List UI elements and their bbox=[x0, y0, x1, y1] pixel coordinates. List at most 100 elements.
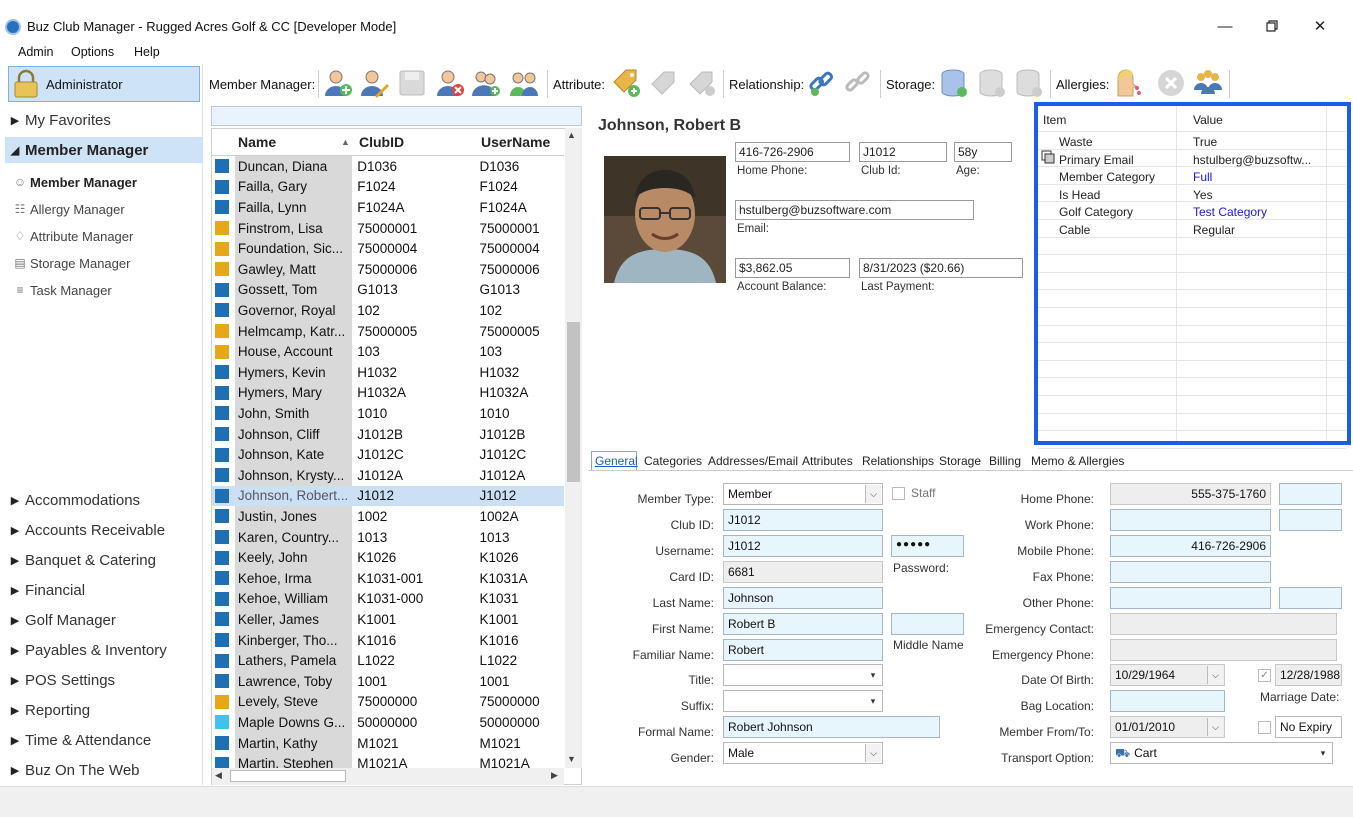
nav-group-banquet-catering[interactable]: ▶ Banquet & Catering bbox=[5, 548, 203, 572]
column-header-clubid[interactable]: ClubID bbox=[359, 134, 404, 150]
table-row[interactable]: Johnson, Cliff J1012B J1012B bbox=[212, 423, 564, 445]
member-type-select[interactable]: Member ⌵ bbox=[723, 483, 883, 505]
tab-general[interactable]: General bbox=[595, 454, 638, 468]
table-row[interactable]: House, Account 103 103 bbox=[212, 341, 564, 362]
property-value[interactable]: True bbox=[1193, 135, 1323, 149]
add-family-member-icon[interactable] bbox=[470, 67, 502, 99]
marriage-date-checkbox[interactable]: ✓ bbox=[1258, 669, 1271, 682]
table-row[interactable]: Karen, Country... 1013 1013 bbox=[212, 526, 564, 548]
formal-name-field[interactable]: Robert Johnson bbox=[723, 716, 940, 738]
middle-name-field[interactable] bbox=[891, 613, 964, 635]
table-row[interactable]: Hymers, Kevin H1032 H1032 bbox=[212, 362, 564, 383]
scroll-down-icon[interactable]: ▼ bbox=[567, 754, 576, 764]
add-member-icon[interactable] bbox=[322, 67, 354, 99]
title-select[interactable]: ▾ bbox=[723, 664, 883, 686]
familiar-name-field[interactable]: Robert bbox=[723, 639, 883, 661]
nav-group-pos-settings[interactable]: ▶ POS Settings bbox=[5, 668, 203, 692]
allergy-group-icon[interactable] bbox=[1192, 67, 1224, 99]
tab-categories[interactable]: Categories bbox=[644, 454, 702, 468]
table-row[interactable]: Kinberger, Tho... K1016 K1016 bbox=[212, 629, 564, 651]
nav-group-accommodations[interactable]: ▶ Accommodations bbox=[5, 488, 203, 512]
no-expiry-checkbox[interactable] bbox=[1258, 721, 1271, 734]
tab-addresses-email[interactable]: Addresses/Email bbox=[708, 454, 798, 468]
no-expiry-field[interactable]: No Expiry bbox=[1275, 716, 1342, 738]
add-attribute-icon[interactable] bbox=[610, 67, 642, 99]
table-row[interactable]: Johnson, Robert... J1012 J1012 bbox=[212, 485, 564, 507]
table-row[interactable]: Kehoe, Irma K1031-001 K1031A bbox=[212, 568, 564, 589]
last-name-field[interactable]: Johnson bbox=[723, 587, 883, 609]
club-id-field[interactable]: J1012 bbox=[723, 509, 883, 531]
table-row[interactable]: Keely, John K1026 K1026 bbox=[212, 547, 564, 568]
edit-member-icon[interactable] bbox=[358, 67, 390, 99]
nav-storage-manager[interactable]: ▤ Storage Manager bbox=[10, 252, 130, 274]
work-phone-field[interactable] bbox=[1110, 509, 1271, 531]
property-value[interactable]: Full bbox=[1193, 170, 1323, 184]
vertical-scroll-thumb[interactable] bbox=[567, 322, 580, 482]
home-phone-ext-field[interactable] bbox=[1279, 483, 1342, 505]
table-row[interactable]: Keller, James K1001 K1001 bbox=[212, 609, 564, 630]
table-row[interactable]: Governor, Royal 102 102 bbox=[212, 300, 564, 321]
table-row[interactable]: Kehoe, William K1031-000 K1031 bbox=[212, 588, 564, 610]
nav-attribute-manager[interactable]: ♢ Attribute Manager bbox=[10, 225, 134, 247]
tab-billing[interactable]: Billing bbox=[989, 454, 1021, 468]
table-row[interactable]: Gawley, Matt 75000006 75000006 bbox=[212, 259, 564, 280]
username-field[interactable]: J1012 bbox=[723, 535, 883, 557]
mobile-phone-field[interactable]: 416-726-2906 bbox=[1110, 535, 1271, 557]
transport-option-select[interactable]: ⛟ Cart ▾ bbox=[1110, 742, 1333, 764]
scroll-up-icon[interactable]: ▲ bbox=[567, 130, 576, 140]
nav-member-manager[interactable]: ☺ Member Manager bbox=[10, 171, 137, 193]
nav-group-member-manager[interactable]: ◢ Member Manager bbox=[5, 137, 203, 163]
scroll-left-icon[interactable]: ◀ bbox=[215, 770, 222, 781]
member-from-field[interactable]: 01/01/2010 ⌵ bbox=[1110, 716, 1225, 738]
add-storage-icon[interactable] bbox=[938, 67, 970, 99]
tab-memo-allergies[interactable]: Memo & Allergies bbox=[1031, 454, 1124, 468]
menu-options[interactable]: Options bbox=[71, 45, 114, 59]
minimize-button[interactable]: — bbox=[1202, 12, 1248, 40]
column-header-name[interactable]: Name bbox=[238, 134, 276, 150]
close-button[interactable]: ✕ bbox=[1297, 12, 1343, 40]
table-row[interactable]: Helmcamp, Katr... 75000005 75000005 bbox=[212, 320, 564, 342]
table-row[interactable]: Duncan, Diana D1036 D1036 bbox=[212, 156, 564, 177]
table-row[interactable]: Foundation, Sic... 75000004 75000004 bbox=[212, 238, 564, 259]
staff-checkbox[interactable] bbox=[892, 487, 905, 500]
nav-group-payables-inventory[interactable]: ▶ Payables & Inventory bbox=[5, 638, 203, 662]
menu-help[interactable]: Help bbox=[134, 45, 160, 59]
table-row[interactable]: John, Smith 1010 1010 bbox=[212, 403, 564, 424]
maximize-button[interactable] bbox=[1249, 12, 1295, 40]
nav-allergy-manager[interactable]: ☷ Allergy Manager bbox=[10, 198, 125, 220]
first-name-field[interactable]: Robert B bbox=[723, 613, 883, 635]
home-phone-field[interactable]: 555-375-1760 bbox=[1110, 483, 1271, 505]
work-phone-ext-field[interactable] bbox=[1279, 509, 1342, 531]
password-field[interactable]: ●●●●● bbox=[891, 535, 964, 557]
emergency-phone-field[interactable] bbox=[1110, 639, 1337, 661]
member-group-icon[interactable] bbox=[508, 67, 540, 99]
gender-select[interactable]: Male ⌵ bbox=[723, 742, 883, 764]
property-value[interactable]: Test Category bbox=[1193, 205, 1323, 219]
horizontal-scroll-thumb[interactable] bbox=[230, 770, 346, 782]
suffix-select[interactable]: ▾ bbox=[723, 690, 883, 712]
table-row[interactable]: Johnson, Krysty... J1012A J1012A bbox=[212, 465, 564, 486]
table-row[interactable]: Failla, Gary F1024 F1024 bbox=[212, 176, 564, 198]
email-copy-icon[interactable] bbox=[1041, 150, 1056, 164]
nav-group-buz-on-the-web[interactable]: ▶ Buz On The Web bbox=[5, 758, 203, 782]
date-of-birth-field[interactable]: 10/29/1964 ⌵ bbox=[1110, 664, 1225, 686]
nav-group-golf-manager[interactable]: ▶ Golf Manager bbox=[5, 608, 203, 632]
scroll-right-icon[interactable]: ▶ bbox=[551, 770, 558, 781]
table-row[interactable]: Lathers, Pamela L1022 L1022 bbox=[212, 650, 564, 671]
property-value[interactable]: Regular bbox=[1193, 223, 1323, 237]
card-id-field[interactable]: 6681 bbox=[723, 561, 883, 583]
nav-group-favorites[interactable]: ▶ My Favorites bbox=[5, 108, 203, 132]
delete-member-icon[interactable] bbox=[434, 67, 466, 99]
nav-group-reporting[interactable]: ▶ Reporting bbox=[5, 698, 203, 722]
property-value[interactable]: Yes bbox=[1193, 188, 1323, 202]
column-header-username[interactable]: UserName bbox=[481, 134, 550, 150]
other-phone-ext-field[interactable] bbox=[1279, 587, 1342, 609]
nav-group-accounts-receivable[interactable]: ▶ Accounts Receivable bbox=[5, 518, 203, 542]
nav-task-manager[interactable]: ≡ Task Manager bbox=[10, 279, 111, 301]
add-allergy-icon[interactable] bbox=[1111, 67, 1143, 99]
add-relationship-icon[interactable] bbox=[806, 67, 838, 99]
table-row[interactable]: Lawrence, Toby 1001 1001 bbox=[212, 671, 564, 692]
table-row[interactable]: Failla, Lynn F1024A F1024A bbox=[212, 197, 564, 218]
grid-filter-row[interactable] bbox=[211, 106, 582, 126]
fax-phone-field[interactable] bbox=[1110, 561, 1271, 583]
